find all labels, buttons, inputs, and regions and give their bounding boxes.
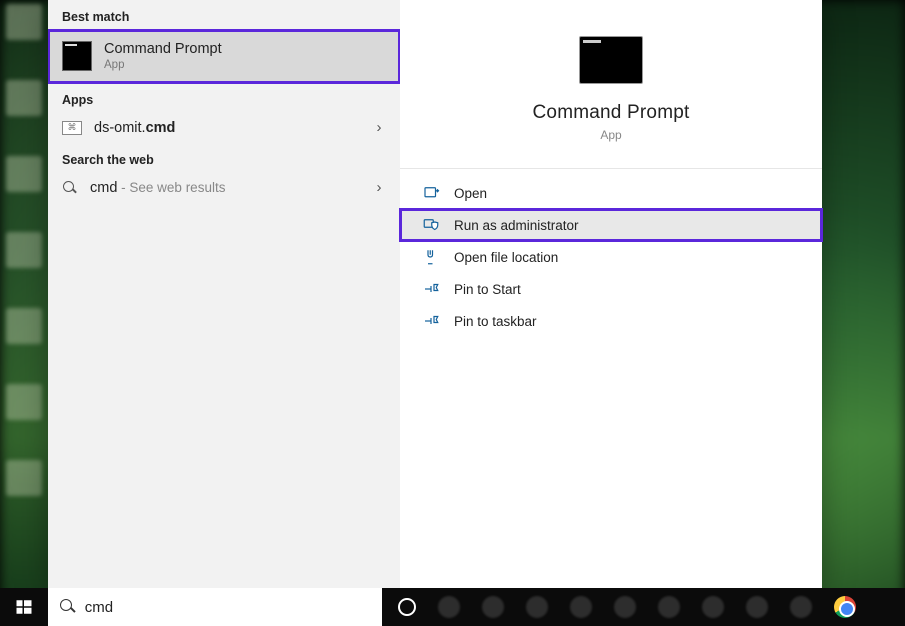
- taskbar-app-icon[interactable]: [482, 596, 504, 618]
- taskbar-app-icon[interactable]: [790, 596, 812, 618]
- result-subtitle: App: [104, 58, 386, 72]
- taskbar-app-icon[interactable]: [526, 596, 548, 618]
- search-icon: [60, 599, 75, 615]
- action-open-file-location[interactable]: Open file location: [400, 241, 822, 273]
- desktop-icon[interactable]: [6, 232, 42, 268]
- result-text: Command Prompt App: [104, 40, 386, 73]
- detail-title: Command Prompt: [533, 102, 690, 124]
- desktop-icons-column: [0, 0, 50, 626]
- result-text: ds-omit.cmd: [94, 119, 360, 137]
- chevron-right-icon: ›: [372, 119, 386, 136]
- taskbar-app-icon[interactable]: [658, 596, 680, 618]
- search-icon: [62, 180, 78, 196]
- action-label: Pin to taskbar: [454, 314, 537, 329]
- start-search-panel: Best match Command Prompt App Apps ⌘ ds-…: [48, 0, 822, 588]
- chevron-right-icon: ›: [372, 179, 386, 196]
- taskbar-search-input[interactable]: [85, 599, 370, 616]
- start-button[interactable]: [0, 588, 48, 626]
- result-title: ds-omit.cmd: [94, 119, 360, 137]
- command-prompt-icon: [579, 36, 643, 84]
- folder-location-icon: [422, 248, 440, 266]
- pin-start-icon: [422, 280, 440, 298]
- taskbar-app-icon[interactable]: [614, 596, 636, 618]
- taskbar-search-box[interactable]: [48, 588, 382, 626]
- taskbar-app-icon[interactable]: [746, 596, 768, 618]
- shield-admin-icon: [422, 216, 440, 234]
- section-header-web: Search the web: [48, 143, 400, 173]
- taskbar-app-icon[interactable]: [702, 596, 724, 618]
- search-results-column: Best match Command Prompt App Apps ⌘ ds-…: [48, 0, 400, 588]
- taskbar-icons: [382, 588, 905, 626]
- desktop-icon[interactable]: [6, 4, 42, 40]
- desktop-icon[interactable]: [6, 80, 42, 116]
- action-label: Pin to Start: [454, 282, 521, 297]
- action-pin-to-taskbar[interactable]: Pin to taskbar: [400, 305, 822, 337]
- result-detail-pane: Command Prompt App Open Run as administr…: [400, 0, 822, 588]
- section-header-apps: Apps: [48, 83, 400, 113]
- result-ds-omit-cmd[interactable]: ⌘ ds-omit.cmd ›: [48, 113, 400, 143]
- cortana-icon[interactable]: [398, 598, 416, 616]
- desktop-icon[interactable]: [6, 460, 42, 496]
- desktop-icon[interactable]: [6, 384, 42, 420]
- result-text: cmd - See web results: [90, 179, 360, 197]
- pin-taskbar-icon: [422, 312, 440, 330]
- desktop-icon[interactable]: [6, 156, 42, 192]
- result-title: cmd - See web results: [90, 179, 360, 197]
- action-run-as-administrator[interactable]: Run as administrator: [400, 209, 822, 241]
- script-file-icon: ⌘: [62, 121, 82, 135]
- action-list: Open Run as administrator Open file loca…: [400, 169, 822, 337]
- action-label: Open file location: [454, 250, 558, 265]
- command-prompt-icon: [62, 41, 92, 71]
- chrome-icon[interactable]: [834, 596, 856, 618]
- action-pin-to-start[interactable]: Pin to Start: [400, 273, 822, 305]
- detail-subtitle: App: [600, 128, 621, 142]
- action-label: Run as administrator: [454, 218, 579, 233]
- result-command-prompt[interactable]: Command Prompt App: [48, 30, 400, 83]
- windows-logo-icon: [15, 598, 33, 616]
- result-title: Command Prompt: [104, 40, 386, 58]
- action-label: Open: [454, 186, 487, 201]
- open-icon: [422, 184, 440, 202]
- taskbar-app-icon[interactable]: [438, 596, 460, 618]
- result-web-cmd[interactable]: cmd - See web results ›: [48, 173, 400, 203]
- desktop-icon[interactable]: [6, 308, 42, 344]
- detail-header: Command Prompt App: [400, 0, 822, 169]
- taskbar: [0, 588, 905, 626]
- taskbar-app-icon[interactable]: [570, 596, 592, 618]
- section-header-best-match: Best match: [48, 0, 400, 30]
- action-open[interactable]: Open: [400, 177, 822, 209]
